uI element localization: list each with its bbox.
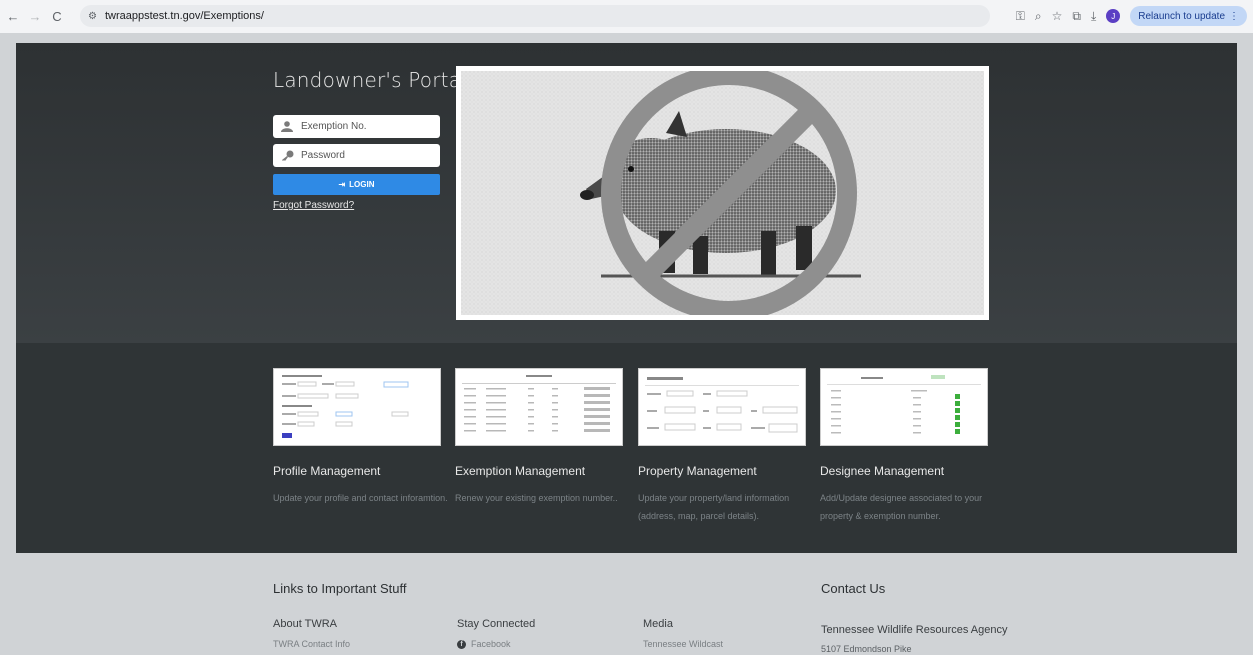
password-placeholder: Password (301, 150, 345, 161)
agency-name: Tennessee Wildlife Resources Agency (821, 624, 1008, 636)
login-button[interactable]: ⇥ LOGIN (273, 174, 440, 195)
designee-management-title[interactable]: Designee Management (820, 464, 944, 478)
twra-contact-link[interactable]: TWRA Contact Info (273, 639, 350, 649)
links-heading: Links to Important Stuff (273, 581, 407, 596)
facebook-link[interactable]: f Facebook (457, 639, 511, 649)
sign-in-icon: ⇥ (338, 180, 346, 189)
profile-management-title[interactable]: Profile Management (273, 464, 380, 478)
key-icon (281, 150, 295, 162)
exemption-management-thumbnail[interactable] (455, 368, 623, 446)
agency-address: 5107 Edmondson Pike (821, 644, 912, 654)
relaunch-button[interactable]: Relaunch to update ⋮ (1130, 6, 1247, 26)
download-icon[interactable]: ⤓ (1091, 9, 1096, 24)
contact-heading: Contact Us (821, 581, 886, 596)
exemption-number-input[interactable]: Exemption No. (273, 115, 440, 138)
property-management-thumbnail[interactable] (638, 368, 806, 446)
profile-management-desc: Update your profile and contact inforamt… (273, 493, 448, 503)
forward-icon[interactable]: → (26, 8, 44, 26)
browser-toolbar: ← → C ⚙ twraappstest.tn.gov/Exemptions/ … (0, 0, 1253, 33)
user-icon (281, 121, 295, 133)
hero-image-frame (456, 66, 989, 320)
portal-title: Landowner's Portal.. (273, 68, 481, 92)
facebook-label: Facebook (471, 639, 511, 649)
property-management-title[interactable]: Property Management (638, 464, 757, 478)
no-feral-hogs-image (461, 71, 984, 315)
exemption-management-desc: Renew your existing exemption number.. (455, 493, 618, 503)
designee-management-desc: Add/Update designee associated to your p… (820, 493, 983, 521)
site-settings-icon[interactable]: ⚙ (88, 11, 97, 22)
facebook-icon: f (457, 639, 466, 649)
extensions-icon[interactable]: ⧉ (1072, 9, 1081, 24)
tennessee-wildcast-link[interactable]: Tennessee Wildcast (643, 639, 723, 649)
back-icon[interactable]: ← (4, 8, 22, 26)
browser-actions: ⚿ ⌕ ☆ ⧉ ⤓ J Relaunch to update ⋮ (1016, 5, 1247, 27)
property-management-desc: Update your property/land information (a… (638, 493, 790, 521)
menu-dots-icon: ⋮ (1229, 10, 1239, 22)
password-input[interactable]: Password (273, 144, 440, 167)
login-label: LOGIN (349, 180, 375, 189)
designee-management-thumbnail[interactable] (820, 368, 988, 446)
hero-section: Landowner's Portal.. Exemption No. Passw… (16, 43, 1237, 343)
address-bar[interactable]: ⚙ twraappstest.tn.gov/Exemptions/ (80, 5, 990, 27)
bookmark-star-icon[interactable]: ☆ (1052, 9, 1063, 23)
profile-management-thumbnail[interactable] (273, 368, 441, 446)
reload-icon[interactable]: C (48, 8, 66, 26)
forgot-password-link[interactable]: Forgot Password? (273, 200, 354, 211)
zoom-icon[interactable]: ⌕ (1035, 9, 1042, 24)
about-twra-heading: About TWRA (273, 618, 337, 630)
url-text: twraappstest.tn.gov/Exemptions/ (104, 10, 264, 22)
features-section: Profile Management Exemption Management … (16, 343, 1237, 553)
media-heading: Media (643, 618, 673, 630)
exemption-management-title[interactable]: Exemption Management (455, 464, 585, 478)
relaunch-label: Relaunch to update (1138, 10, 1225, 22)
exemption-placeholder: Exemption No. (301, 121, 367, 132)
stay-connected-heading: Stay Connected (457, 618, 536, 630)
password-key-icon[interactable]: ⚿ (1016, 9, 1025, 24)
profile-avatar[interactable]: J (1106, 9, 1121, 23)
